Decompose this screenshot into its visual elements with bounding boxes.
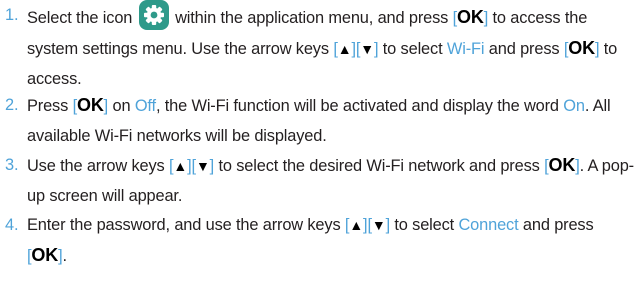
step-text: and press bbox=[522, 216, 594, 234]
step-text: Select the icon bbox=[27, 9, 133, 27]
wifi-term: Wi-Fi bbox=[446, 40, 485, 58]
step-number: 4. bbox=[5, 216, 19, 234]
bracket: ] bbox=[483, 9, 489, 27]
up-arrow-icon: ▲ bbox=[173, 158, 188, 174]
step-text: within the application menu, and press bbox=[175, 9, 449, 27]
bracket: ] bbox=[385, 216, 391, 234]
step-number: 2. bbox=[5, 96, 19, 114]
up-arrow-icon: ▲ bbox=[349, 217, 364, 233]
step-1: 1. Select the icon within the applicatio… bbox=[0, 0, 636, 90]
ok-key: OK bbox=[76, 95, 104, 115]
step-text: and press bbox=[488, 40, 560, 58]
down-arrow-icon: ▼ bbox=[195, 158, 210, 174]
step-text: Press bbox=[27, 97, 69, 115]
step-text: Enter the password, and use the arrow ke… bbox=[27, 216, 341, 234]
step-4: 4. Enter the password, and use the arrow… bbox=[0, 210, 636, 270]
settings-gear-icon bbox=[138, 0, 169, 30]
up-arrow-icon: ▲ bbox=[337, 41, 352, 57]
step-text: Use the arrow keys bbox=[27, 157, 165, 175]
instruction-list: 1. Select the icon within the applicatio… bbox=[0, 0, 636, 270]
bracket: ] bbox=[103, 97, 109, 115]
step-text: on bbox=[112, 97, 131, 115]
down-arrow-icon: ▼ bbox=[371, 217, 386, 233]
step-number: 1. bbox=[5, 6, 19, 24]
step-2: 2. Press [OK] on Off, the Wi-Fi function… bbox=[0, 90, 636, 150]
bracket: ] bbox=[209, 157, 215, 175]
on-term: On bbox=[563, 97, 585, 115]
connect-term: Connect bbox=[458, 216, 519, 234]
step-text: , the Wi-Fi function will be activated a… bbox=[155, 97, 559, 115]
ok-key: OK bbox=[31, 245, 59, 265]
step-text: to select bbox=[382, 40, 443, 58]
step-text: to select bbox=[394, 216, 455, 234]
step-text: . bbox=[62, 247, 68, 265]
ok-key: OK bbox=[568, 38, 595, 58]
step-text: to select the desired Wi-Fi network and … bbox=[218, 157, 540, 175]
ok-key: OK bbox=[548, 155, 576, 175]
step-number: 3. bbox=[5, 156, 19, 174]
bracket: ] bbox=[594, 40, 600, 58]
step-3: 3. Use the arrow keys [▲][▼] to select t… bbox=[0, 150, 636, 210]
off-term: Off bbox=[134, 97, 156, 115]
bracket: ] bbox=[373, 40, 379, 58]
ok-key: OK bbox=[457, 7, 484, 27]
down-arrow-icon: ▼ bbox=[360, 41, 374, 57]
